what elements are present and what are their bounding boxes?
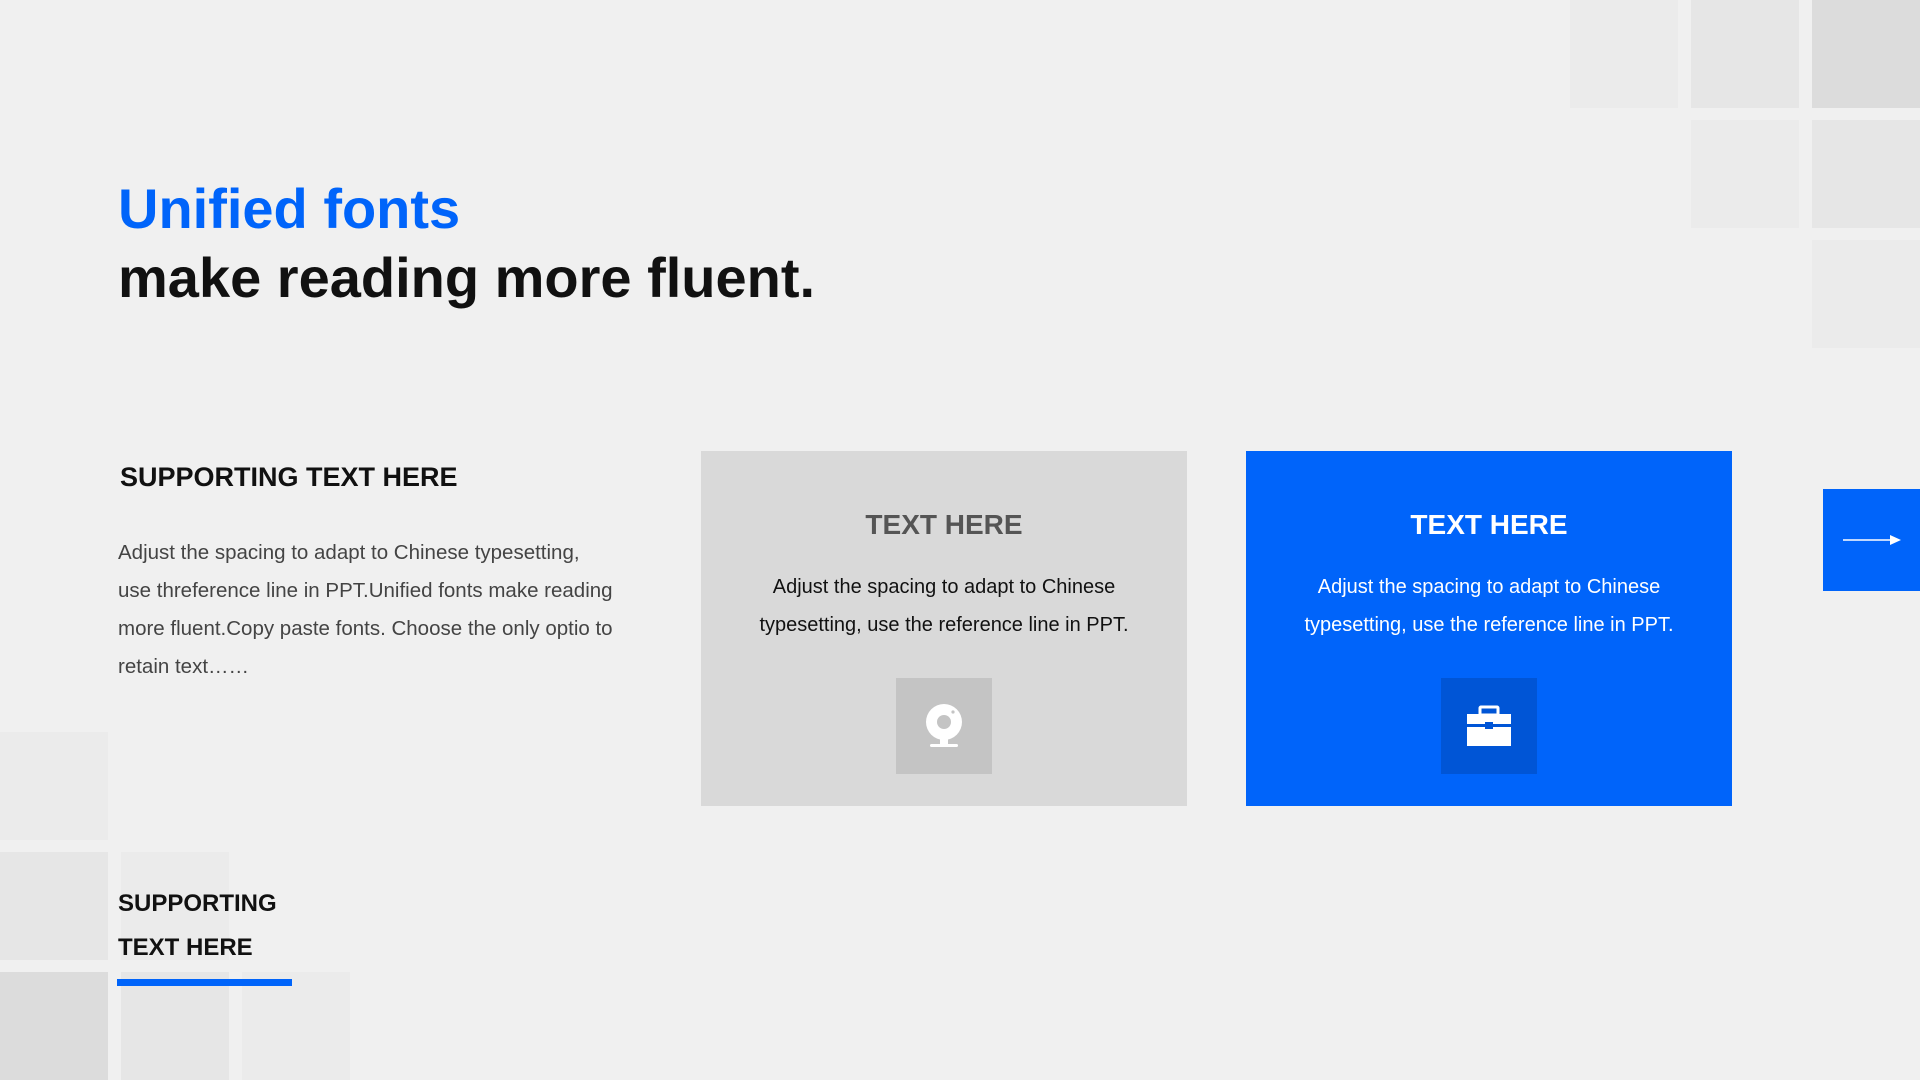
- headline-accent: Unified fonts: [118, 177, 461, 240]
- next-arrow-button[interactable]: [1823, 489, 1920, 591]
- card-title: TEXT HERE: [1410, 509, 1568, 540]
- headline-main: make reading more fluent.: [118, 246, 816, 309]
- footer-supporting-text: SUPPORTING TEXT HERE: [118, 882, 277, 970]
- webcam-icon: [926, 704, 962, 747]
- decor-tile: [1812, 240, 1920, 348]
- card-title: TEXT HERE: [865, 509, 1023, 540]
- arrow-right-icon: [1842, 535, 1901, 545]
- feature-card-gray: TEXT HERE Adjust the spacing to adapt to…: [701, 451, 1187, 806]
- feature-card-blue: TEXT HERE Adjust the spacing to adapt to…: [1246, 451, 1732, 806]
- decor-tile: [1570, 0, 1678, 108]
- decor-tile: [121, 972, 229, 1080]
- card-text: Adjust the spacing to adapt to Chinese t…: [759, 576, 1129, 636]
- decor-tile: [1691, 0, 1799, 108]
- decor-tile: [1812, 0, 1920, 108]
- decor-tile: [1812, 120, 1920, 228]
- card-icon-box: [1441, 678, 1537, 774]
- footer-line-1: SUPPORTING: [118, 890, 277, 917]
- decor-tile: [242, 972, 350, 1080]
- card-icon-box: [896, 678, 992, 774]
- decor-tile: [0, 972, 108, 1080]
- card-text: Adjust the spacing to adapt to Chinese t…: [1304, 576, 1674, 636]
- toolbox-icon: [1467, 705, 1511, 746]
- decor-tile: [1691, 120, 1799, 228]
- intro-paragraph: Adjust the spacing to adapt to Chinese t…: [118, 541, 613, 678]
- decor-tile: [0, 852, 108, 960]
- accent-bar: [117, 979, 292, 986]
- footer-line-2: TEXT HERE: [118, 934, 253, 961]
- supporting-heading: SUPPORTING TEXT HERE: [120, 462, 458, 492]
- decor-tile: [0, 732, 108, 840]
